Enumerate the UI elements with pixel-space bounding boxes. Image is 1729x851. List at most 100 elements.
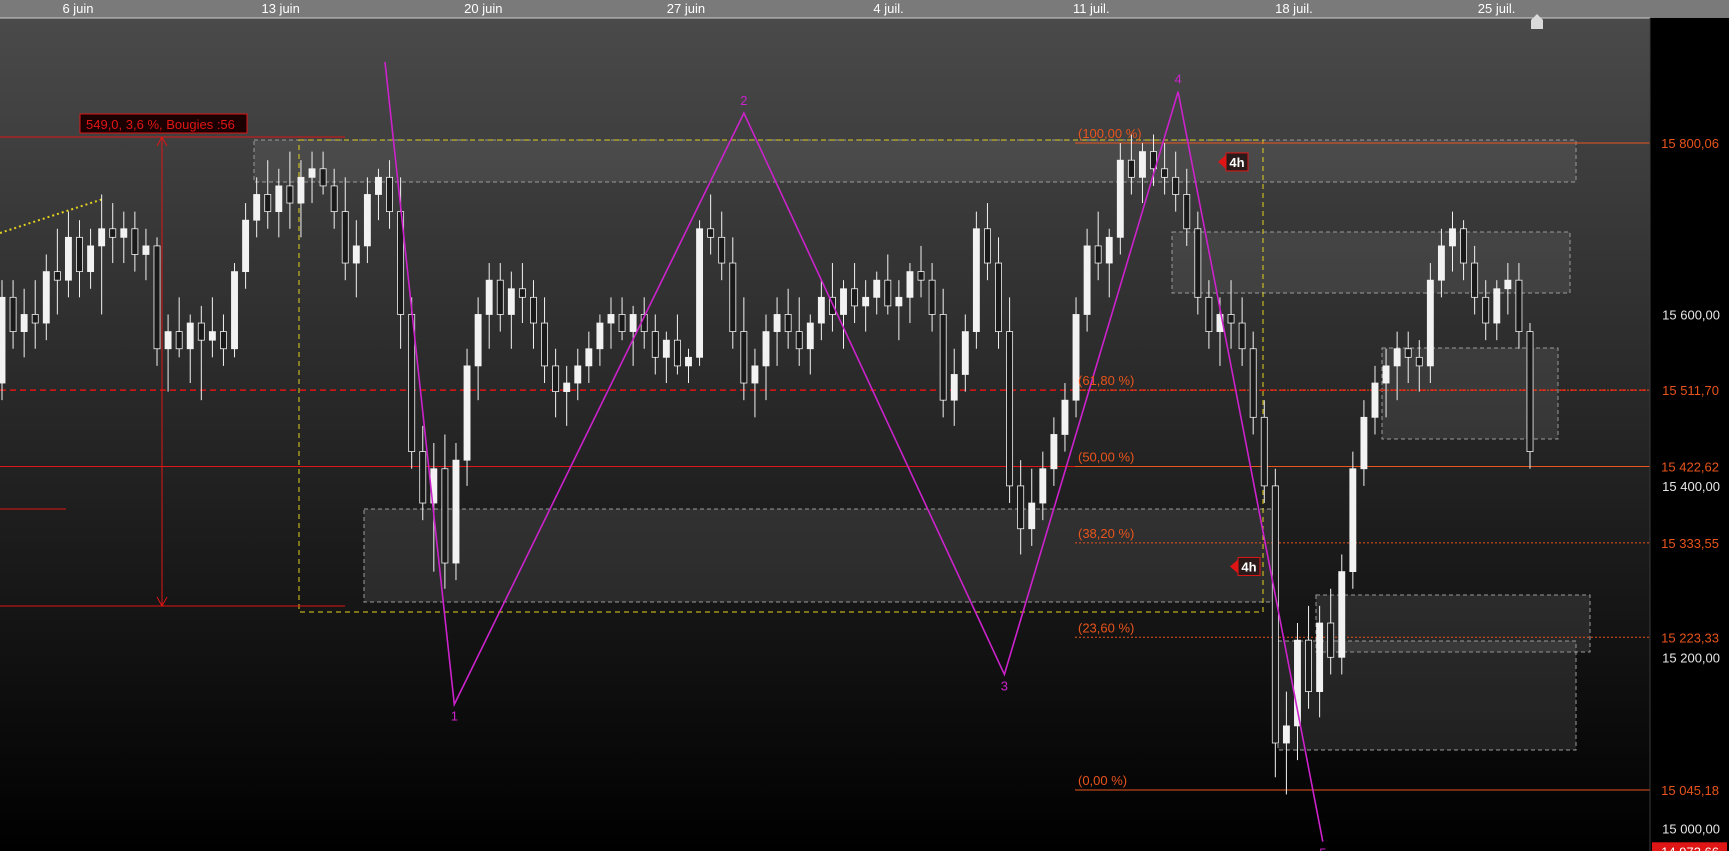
candle-body xyxy=(1006,331,1014,487)
price-tag: 15 223,33 xyxy=(1652,628,1727,647)
candle-body xyxy=(507,288,515,315)
date-tick-label: 6 juin xyxy=(62,1,93,16)
candle-body xyxy=(773,314,781,333)
candle-body xyxy=(308,168,316,178)
candle xyxy=(0,280,6,401)
candle xyxy=(972,211,980,349)
price-tag: 15 333,55 xyxy=(1652,533,1727,552)
candle-body xyxy=(175,331,183,350)
price-tick-label: 15 400,00 xyxy=(1662,479,1720,494)
candle-body xyxy=(0,296,6,384)
date-tick-label: 4 juil. xyxy=(873,1,903,16)
candle-body xyxy=(552,365,560,393)
candle-body xyxy=(673,339,681,367)
candle-body xyxy=(563,382,571,393)
candle-body xyxy=(1139,151,1146,178)
candle-body xyxy=(1449,228,1456,247)
candle-body xyxy=(895,296,903,307)
candle-body xyxy=(1249,348,1257,418)
fib-label: (38,20 %) xyxy=(1078,526,1134,541)
candle-body xyxy=(707,228,715,238)
candle-body xyxy=(751,365,759,384)
candle-body xyxy=(264,194,272,213)
candle-body xyxy=(518,288,526,298)
candle-body xyxy=(1039,468,1047,504)
candle-body xyxy=(1061,399,1069,435)
candle-body xyxy=(286,185,294,204)
candle-body xyxy=(629,314,637,333)
date-tick-label: 27 juin xyxy=(667,1,705,16)
candle-body xyxy=(253,194,261,221)
candle xyxy=(1072,297,1080,418)
candle-body xyxy=(740,331,748,384)
candle-body xyxy=(906,271,914,298)
price-tick-label: 15 000,00 xyxy=(1662,822,1720,837)
candle-body xyxy=(1327,622,1335,658)
candle-body xyxy=(1172,176,1180,195)
candle-body xyxy=(762,331,770,367)
price-tag-label: 15 333,55 xyxy=(1661,536,1719,551)
candle xyxy=(452,443,460,581)
candle-body xyxy=(142,245,150,255)
candle-body xyxy=(164,331,172,350)
candle-body xyxy=(419,451,427,504)
candle-body xyxy=(618,314,626,333)
measure-label-text: 549,0, 3,6 %, Bougies :56 xyxy=(86,117,235,132)
candle-body xyxy=(1271,485,1279,744)
date-tick-label: 20 juin xyxy=(464,1,502,16)
timeframe-label: 4h xyxy=(1241,559,1256,574)
candle-body xyxy=(330,185,338,213)
candle-body xyxy=(1194,228,1202,298)
candle-body xyxy=(718,236,726,264)
candle-body xyxy=(651,331,659,358)
fib-label: (0,00 %) xyxy=(1078,773,1127,788)
wave-label-3: 3 xyxy=(1001,678,1008,693)
candle-body xyxy=(1482,296,1490,324)
candle-body xyxy=(20,314,28,333)
candle-body xyxy=(574,365,582,384)
price-tag-label: 15 422,62 xyxy=(1661,460,1719,475)
candle-body xyxy=(1460,228,1468,264)
candle-body xyxy=(31,314,39,324)
timeframe-label: 4h xyxy=(1229,155,1244,170)
candle-body xyxy=(485,279,493,315)
wave-label-2: 2 xyxy=(740,93,747,108)
date-tick-label: 18 juil. xyxy=(1275,1,1313,16)
price-tag-label: 15 223,33 xyxy=(1661,630,1719,645)
candle-body xyxy=(862,296,870,307)
candle-body xyxy=(1227,314,1235,324)
candle-body xyxy=(87,245,95,273)
candle-body xyxy=(1504,279,1512,290)
candle-body xyxy=(817,296,825,324)
fib-label: (50,00 %) xyxy=(1078,450,1134,465)
candle-body xyxy=(995,262,1002,333)
fib-label: (61,80 %) xyxy=(1078,373,1134,388)
candle-body xyxy=(9,296,17,333)
candle-body xyxy=(1360,416,1368,470)
price-tick-label: 15 200,00 xyxy=(1662,650,1720,665)
candle-body xyxy=(186,322,194,350)
candle-body xyxy=(231,271,238,350)
candle-body xyxy=(1116,159,1124,238)
candle-body xyxy=(109,228,117,238)
price-tag-label: 15 800,06 xyxy=(1661,136,1719,151)
candle xyxy=(1271,468,1279,778)
candle-body xyxy=(1183,194,1191,230)
candle-body xyxy=(696,228,704,358)
candle-body xyxy=(950,374,958,401)
candle-body xyxy=(972,228,980,333)
candle-body xyxy=(1105,236,1113,264)
candle-body xyxy=(806,322,814,350)
price-tick-label: 15 600,00 xyxy=(1662,307,1720,322)
candle-body xyxy=(452,459,460,564)
candle-body xyxy=(42,271,50,324)
candle xyxy=(1349,451,1357,589)
fib-label: (23,60 %) xyxy=(1078,620,1134,635)
candle-body xyxy=(1415,356,1423,367)
candlestick-chart: 549,0, 3,6 %, Bougies :56 1 2 3 4 5 (100,00 … xyxy=(0,0,1729,851)
candle-body xyxy=(1316,622,1324,692)
candle-body xyxy=(961,331,969,375)
candle-body xyxy=(884,279,892,307)
candle-body xyxy=(64,236,72,281)
candle-body xyxy=(1437,245,1445,281)
